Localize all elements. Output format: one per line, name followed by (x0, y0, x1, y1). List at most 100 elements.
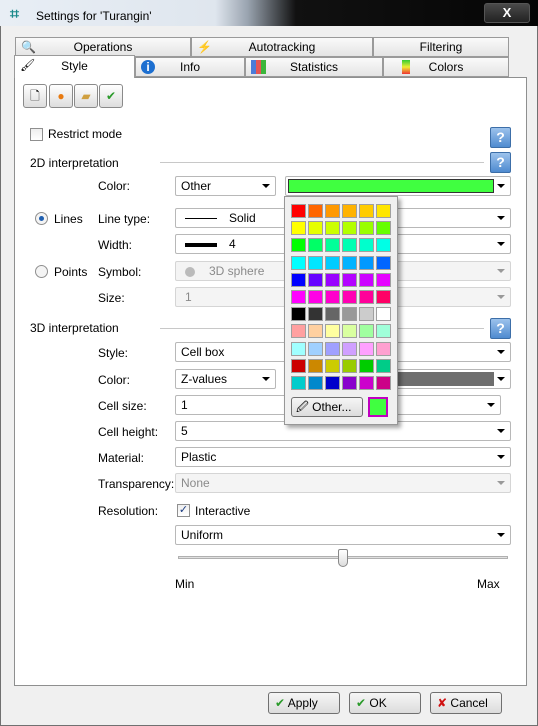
palette-color-cell[interactable] (342, 290, 357, 304)
tab-info[interactable]: i Info (135, 57, 245, 77)
close-button[interactable]: X (484, 3, 530, 23)
select-value: 3D sphere (209, 264, 265, 278)
palette-color-cell[interactable] (359, 376, 374, 390)
palette-color-cell[interactable] (376, 376, 391, 390)
tab-operations[interactable]: 🔍 Operations (15, 37, 191, 57)
palette-color-cell[interactable] (325, 290, 340, 304)
apply-default-button[interactable]: ✔ (99, 84, 123, 108)
palette-color-cell[interactable] (342, 221, 357, 236)
tab-colors[interactable]: Colors (383, 57, 509, 77)
palette-color-cell[interactable] (376, 272, 391, 287)
palette-color-cell[interactable] (359, 290, 374, 304)
palette-color-cell[interactable] (291, 221, 306, 236)
slider-min-label: Min (175, 577, 195, 591)
palette-color-cell[interactable] (359, 324, 374, 339)
tab-filtering[interactable]: Filtering (373, 37, 509, 57)
lines-radio[interactable] (35, 212, 48, 225)
palette-color-cell[interactable] (359, 358, 374, 373)
interactive-checkbox[interactable]: ✓ (177, 504, 190, 517)
apply-button[interactable]: ✔ Apply (268, 692, 340, 714)
help-button[interactable]: ? (490, 127, 511, 148)
palette-color-cell[interactable] (308, 358, 323, 373)
new-button[interactable]: 🗋 (23, 84, 47, 108)
palette-color-cell[interactable] (325, 272, 340, 287)
palette-color-cell[interactable] (359, 238, 374, 253)
palette-color-cell[interactable] (325, 341, 340, 356)
palette-color-cell[interactable] (376, 324, 391, 339)
palette-color-cell[interactable] (291, 204, 306, 218)
tab-statistics[interactable]: Statistics (245, 57, 383, 77)
palette-color-cell[interactable] (291, 307, 306, 322)
check-icon: ✔ (275, 696, 286, 710)
help-button-3d[interactable]: ? (490, 318, 511, 339)
palette-color-cell[interactable] (291, 238, 306, 253)
restrict-mode-checkbox[interactable] (30, 128, 43, 141)
palette-color-cell[interactable] (325, 358, 340, 373)
palette-color-cell[interactable] (291, 358, 306, 373)
tab-autotracking[interactable]: ⚡ Autotracking (191, 37, 373, 57)
color-mode-select[interactable]: Other (175, 176, 276, 196)
palette-color-cell[interactable] (376, 238, 391, 253)
palette-color-cell[interactable] (342, 324, 357, 339)
palette-color-cell[interactable] (376, 221, 391, 236)
palette-color-cell[interactable] (376, 290, 391, 304)
tab-style[interactable]: 🖌 Style (14, 55, 135, 78)
palette-color-cell[interactable] (291, 376, 306, 390)
palette-color-cell[interactable] (308, 272, 323, 287)
palette-color-cell[interactable] (325, 204, 340, 218)
palette-color-cell[interactable] (376, 358, 391, 373)
palette-color-cell[interactable] (359, 307, 374, 322)
palette-color-cell[interactable] (308, 255, 323, 270)
palette-color-cell[interactable] (308, 221, 323, 236)
cancel-button[interactable]: ✘ Cancel (430, 692, 502, 714)
palette-color-cell[interactable] (291, 272, 306, 287)
color-picker-2d[interactable] (285, 176, 511, 196)
palette-color-cell[interactable] (308, 204, 323, 218)
palette-color-cell[interactable] (291, 255, 306, 270)
palette-color-cell[interactable] (359, 255, 374, 270)
points-radio[interactable] (35, 265, 48, 278)
help-button-2d[interactable]: ? (490, 152, 511, 173)
transparency-select[interactable]: None (175, 473, 511, 493)
palette-color-cell[interactable] (325, 307, 340, 322)
palette-color-cell[interactable] (342, 272, 357, 287)
palette-color-cell[interactable] (325, 238, 340, 253)
palette-color-cell[interactable] (325, 255, 340, 270)
palette-color-cell[interactable] (291, 341, 306, 356)
material-select[interactable]: Plastic (175, 447, 511, 467)
palette-color-cell[interactable] (359, 272, 374, 287)
open-button[interactable]: ▰ (74, 84, 98, 108)
palette-color-cell[interactable] (359, 341, 374, 356)
palette-color-cell[interactable] (342, 341, 357, 356)
palette-color-cell[interactable] (376, 255, 391, 270)
palette-color-cell[interactable] (359, 221, 374, 236)
palette-color-cell[interactable] (342, 238, 357, 253)
palette-color-cell[interactable] (376, 307, 391, 322)
select-value: 5 (181, 424, 188, 438)
load-button[interactable]: ● (49, 84, 73, 108)
palette-color-cell[interactable] (308, 238, 323, 253)
palette-color-cell[interactable] (291, 324, 306, 339)
color-mode-select-3d[interactable]: Z-values (175, 369, 276, 389)
palette-color-cell[interactable] (308, 324, 323, 339)
ok-button[interactable]: ✔ OK (349, 692, 421, 714)
palette-color-cell[interactable] (308, 376, 323, 390)
palette-color-cell[interactable] (376, 341, 391, 356)
palette-color-cell[interactable] (342, 204, 357, 218)
palette-color-cell[interactable] (308, 341, 323, 356)
palette-color-cell[interactable] (325, 324, 340, 339)
resolution-slider-thumb[interactable] (338, 549, 348, 567)
palette-color-cell[interactable] (342, 376, 357, 390)
palette-color-cell[interactable] (376, 204, 391, 218)
palette-color-cell[interactable] (308, 290, 323, 304)
palette-color-cell[interactable] (308, 307, 323, 322)
palette-color-cell[interactable] (325, 376, 340, 390)
palette-color-cell[interactable] (342, 358, 357, 373)
palette-color-cell[interactable] (291, 290, 306, 304)
palette-color-cell[interactable] (342, 255, 357, 270)
palette-color-cell[interactable] (342, 307, 357, 322)
palette-color-cell[interactable] (359, 204, 374, 218)
resolution-mode-select[interactable]: Uniform (175, 525, 511, 545)
palette-color-cell[interactable] (325, 221, 340, 236)
other-color-button[interactable]: 🖉 Other... (291, 397, 363, 417)
